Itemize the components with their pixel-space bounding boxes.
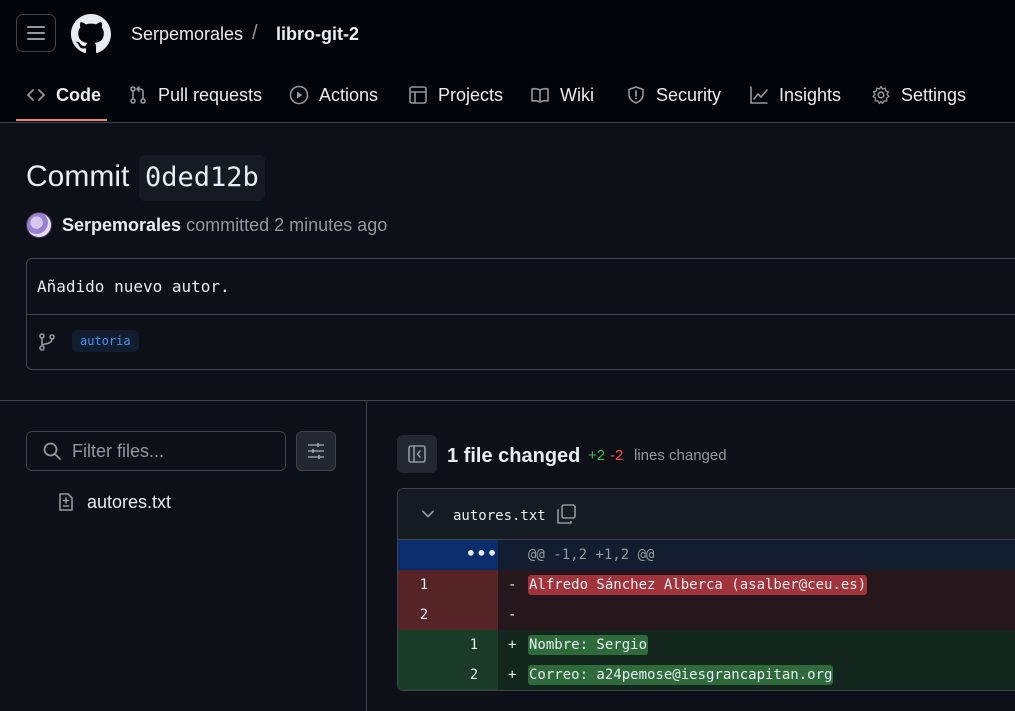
new-line-number[interactable]: 1: [468, 637, 480, 653]
code-icon: [27, 89, 45, 101]
section-divider: [0, 400, 1015, 401]
filter-files-field[interactable]: [26, 431, 286, 471]
diff-line-addition: 1 + Nombre: Sergio: [398, 630, 1015, 660]
tab-projects[interactable]: Projects: [408, 82, 503, 108]
tab-label: Pull requests: [158, 84, 263, 105]
line-gutter: 1: [398, 630, 498, 660]
tab-label: Actions: [319, 84, 379, 105]
play-icon: [289, 85, 309, 105]
avatar[interactable]: [26, 212, 52, 238]
author-line: Serpemorales committed 2 minutes ago: [62, 215, 387, 236]
page-title: Commit: [26, 160, 130, 193]
file-tree-item[interactable]: autores.txt: [56, 490, 171, 514]
tab-label: Insights: [779, 84, 842, 105]
committed-text: committed: [186, 215, 270, 235]
hunk-gutter[interactable]: •••: [398, 540, 498, 570]
book-icon: [531, 87, 549, 103]
search-icon: [43, 442, 61, 460]
tab-label: Projects: [438, 84, 504, 105]
graph-icon: [750, 86, 768, 104]
lines-changed-label: lines changed: [634, 447, 727, 464]
diff-sign: +: [508, 667, 517, 683]
tab-security[interactable]: Security: [626, 82, 721, 108]
commit-message-box: Añadido nuevo autor. autoria: [26, 258, 1015, 370]
new-line-number[interactable]: 2: [468, 667, 480, 683]
diff-line-text: Alfredo Sánchez Alberca (asalber@ceu.es): [528, 575, 868, 595]
diff-sign: -: [508, 577, 517, 593]
chevron-down-icon[interactable]: [420, 506, 436, 522]
filter-files-input[interactable]: [72, 440, 272, 462]
files-changed-count: 1 file changed: [447, 445, 581, 467]
shield-icon: [628, 86, 644, 104]
expand-icon[interactable]: •••: [466, 544, 498, 563]
gear-icon: [872, 85, 890, 105]
sidebar-collapse-icon: [408, 445, 426, 463]
commit-time: 2 minutes ago: [274, 215, 388, 235]
old-line-number[interactable]: 2: [418, 607, 430, 623]
repo-nav: Code Pull requests Actions Projects Wiki…: [0, 70, 1015, 123]
file-diff: autores.txt ••• @@ -1,2 +1,2 @@ 1 - Alfr…: [397, 488, 1015, 691]
diff-line-deletion: 2 -: [398, 600, 1015, 630]
hunk-header: @@ -1,2 +1,2 @@: [528, 547, 655, 563]
tab-pull-requests[interactable]: Pull requests: [128, 82, 262, 108]
repo-name-link[interactable]: libro-git-2: [276, 24, 359, 45]
tab-wiki[interactable]: Wiki: [530, 82, 594, 108]
diff-file-name[interactable]: autores.txt: [453, 508, 546, 524]
tab-settings[interactable]: Settings: [871, 82, 966, 108]
tab-label: Code: [56, 84, 101, 105]
breadcrumb-separator: /: [252, 22, 258, 44]
tab-label: Settings: [901, 84, 967, 105]
tab-label: Wiki: [560, 84, 594, 105]
diff-hunk-row: ••• @@ -1,2 +1,2 @@: [398, 540, 1015, 570]
active-tab-underline: [16, 119, 107, 121]
author-name-link[interactable]: Serpemorales: [62, 215, 181, 235]
github-logo-icon[interactable]: [71, 14, 111, 54]
diff-line-addition: 2 + Correo: a24pemose@iesgrancapitan.org: [398, 660, 1015, 690]
diff-line-text: Correo: a24pemose@iesgrancapitan.org: [528, 665, 834, 685]
file-name: autores.txt: [87, 491, 172, 512]
tab-actions[interactable]: Actions: [289, 82, 378, 108]
copy-icon[interactable]: [555, 503, 577, 525]
diff-file-header: autores.txt: [398, 489, 1015, 540]
hamburger-menu-button[interactable]: [16, 14, 56, 52]
line-gutter: 1: [398, 570, 498, 600]
tab-code[interactable]: Code: [26, 82, 101, 108]
tab-label: Security: [656, 84, 722, 105]
repo-owner-link[interactable]: Serpemorales: [131, 24, 243, 45]
pull-request-icon: [130, 86, 146, 104]
branch-tag[interactable]: autoria: [72, 330, 139, 352]
diff-line-text: Nombre: Sergio: [528, 635, 649, 655]
sliders-icon: [308, 443, 324, 459]
deletions-count: -2: [610, 447, 624, 464]
commit-sha[interactable]: 0ded12b: [139, 155, 265, 201]
commit-message: Añadido nuevo autor.: [37, 277, 230, 296]
toggle-file-tree-button[interactable]: [397, 435, 437, 473]
top-header: Serpemorales / libro-git-2: [0, 0, 1015, 70]
line-gutter: 2: [398, 600, 498, 630]
diff-sign: -: [508, 607, 517, 623]
additions-count: +2: [588, 447, 606, 464]
file-diff-icon: [59, 493, 73, 511]
table-icon: [409, 86, 427, 104]
old-line-number[interactable]: 1: [418, 577, 430, 593]
filter-settings-button[interactable]: [296, 431, 336, 471]
diff-line-deletion: 1 - Alfredo Sánchez Alberca (asalber@ceu…: [398, 570, 1015, 600]
divider: [27, 314, 1015, 315]
hamburger-icon: [27, 26, 45, 40]
sidebar-divider: [366, 400, 367, 711]
tab-insights[interactable]: Insights: [749, 82, 841, 108]
diff-sign: +: [508, 637, 517, 653]
line-gutter: 2: [398, 660, 498, 690]
git-branch-icon: [39, 333, 55, 351]
